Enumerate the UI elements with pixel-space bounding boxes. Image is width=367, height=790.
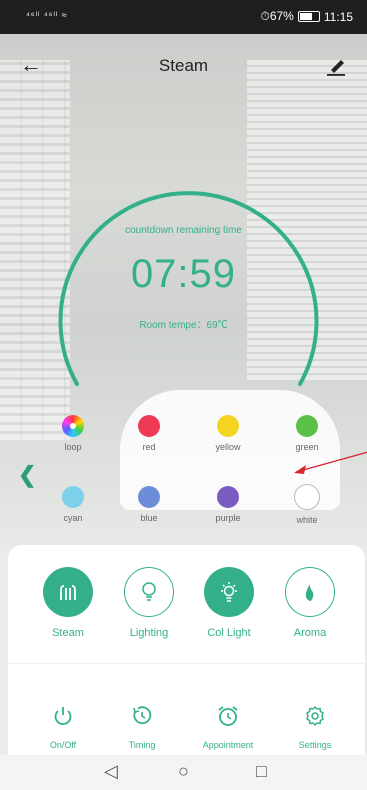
gear-icon xyxy=(306,705,324,727)
power-icon xyxy=(54,707,72,725)
color-red[interactable]: red xyxy=(119,415,179,452)
tool-settings[interactable]: Settings xyxy=(275,705,355,750)
clock: 11:15 xyxy=(323,9,353,24)
android-nav-bar: ◁ ○ □ xyxy=(0,755,367,790)
mode-steam[interactable]: Steam xyxy=(28,567,108,639)
edit-icon[interactable] xyxy=(325,54,347,76)
mode-aroma[interactable]: Aroma xyxy=(270,567,350,639)
loop-color-icon xyxy=(62,415,84,437)
color-white[interactable]: white xyxy=(277,484,337,525)
battery-icon xyxy=(297,11,320,22)
color-green[interactable]: green xyxy=(277,415,337,452)
steam-icon xyxy=(43,567,93,617)
page-title: Steam xyxy=(158,56,209,75)
signal-icons: ⁴⁶ˡˡ ⁴⁶ˡˡ ≈ xyxy=(26,10,68,20)
status-bar: ⁴⁶ˡˡ ⁴⁶ˡˡ ≈ ⏱67% 11:15 xyxy=(0,0,367,34)
timer-icon xyxy=(133,706,152,725)
color-loop[interactable]: loop xyxy=(43,415,103,452)
tool-timing[interactable]: Timing xyxy=(102,705,182,750)
nav-back-icon[interactable]: ◁ xyxy=(104,761,118,782)
battery-percent: ⏱67% xyxy=(260,9,294,23)
bulb-icon xyxy=(124,567,174,617)
top-bar: ← Steam xyxy=(0,34,367,98)
tool-on-off[interactable]: On/Off xyxy=(23,705,103,750)
color-yellow[interactable]: yellow xyxy=(198,415,258,452)
mode-lighting[interactable]: Lighting xyxy=(109,567,189,639)
countdown-time: 07:59 xyxy=(130,252,237,296)
tool-appointment[interactable]: Appointment xyxy=(188,705,268,750)
countdown-label: countdown remaining time xyxy=(125,225,242,236)
color-blue[interactable]: blue xyxy=(119,486,179,523)
mode-col-light[interactable]: Col Light xyxy=(189,567,269,639)
control-panel: Steam Lighting Col Light Aroma On/Off Ti… xyxy=(8,545,365,755)
status-right: ⏱67% 11:15 xyxy=(260,9,353,24)
chevron-left-icon[interactable]: ❮ xyxy=(18,462,36,488)
room-temperature: Room tempe：69℃ xyxy=(139,320,228,331)
divider xyxy=(8,663,365,664)
flame-icon xyxy=(285,567,335,617)
sun-bulb-icon xyxy=(204,567,254,617)
nav-home-icon[interactable]: ○ xyxy=(178,761,189,782)
alarm-clock-icon xyxy=(218,706,238,726)
color-purple[interactable]: purple xyxy=(198,486,258,523)
annotation-arrow xyxy=(294,451,367,474)
color-cyan[interactable]: cyan xyxy=(43,486,103,523)
nav-recents-icon[interactable]: □ xyxy=(256,761,267,782)
